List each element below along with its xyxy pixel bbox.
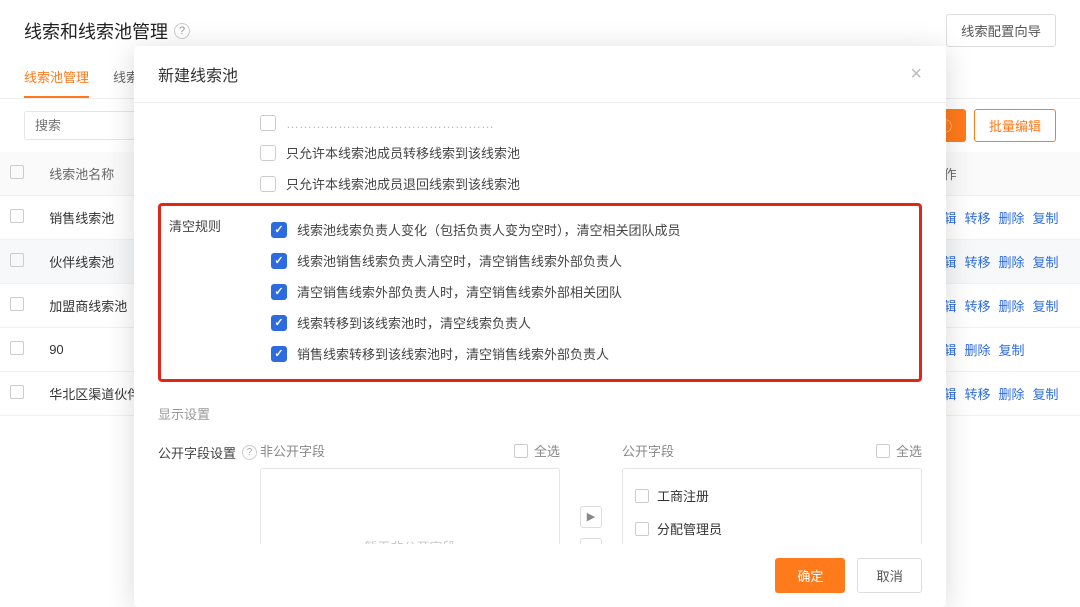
rule-checkbox[interactable]	[260, 115, 276, 131]
close-icon[interactable]: ×	[910, 64, 922, 84]
clear-rule-checkbox[interactable]	[271, 253, 287, 269]
field-checkbox[interactable]	[635, 489, 649, 503]
move-left-button[interactable]: ◀	[580, 538, 602, 545]
display-section-header: 显示设置	[158, 394, 922, 437]
clear-rule-checkbox[interactable]	[271, 346, 287, 362]
rule-label: 只允许本线索池成员转移线索到该线索池	[286, 143, 520, 162]
cancel-button[interactable]: 取消	[857, 558, 922, 593]
field-setting-label: 公开字段设置	[158, 443, 236, 462]
public-select-all[interactable]	[876, 444, 890, 458]
modal-title: 新建线索池	[158, 62, 238, 86]
clear-rules-callout: 清空规则 线索池线索负责人变化（包括负责人变为空时），清空相关团队成员线索池销售…	[158, 203, 922, 382]
rule-checkbox[interactable]	[260, 145, 276, 161]
clear-rule-checkbox[interactable]	[271, 315, 287, 331]
private-select-all[interactable]	[514, 444, 528, 458]
public-fields-panel: 公开字段 全选 工商注册分配管理员手机归属市转换时间	[622, 441, 922, 544]
public-all-label: 全选	[896, 441, 922, 460]
rule-checkbox[interactable]	[260, 176, 276, 192]
move-right-button[interactable]: ▶	[580, 506, 602, 528]
clear-rules-label: 清空规则	[169, 214, 271, 235]
public-title: 公开字段	[622, 441, 674, 460]
ok-button[interactable]: 确定	[775, 558, 845, 593]
clear-rule-label: 线索转移到该线索池时，清空线索负责人	[297, 313, 531, 332]
clear-rule-checkbox[interactable]	[271, 284, 287, 300]
clear-rule-checkbox[interactable]	[271, 222, 287, 238]
help-icon[interactable]: ?	[242, 445, 257, 460]
rule-label: 只允许本线索池成员退回线索到该线索池	[286, 174, 520, 193]
clear-rule-label: 清空销售线索外部负责人时，清空销售线索外部相关团队	[297, 282, 622, 301]
new-pool-modal: 新建线索池 × ………………………………………… 只允许本线索池成员转移线索到该线…	[134, 46, 946, 607]
rule-label: …………………………………………	[286, 116, 494, 131]
private-all-label: 全选	[534, 441, 560, 460]
clear-rule-label: 销售线索转移到该线索池时，清空销售线索外部负责人	[297, 344, 609, 363]
field-label: 工商注册	[657, 486, 709, 505]
private-fields-panel: 非公开字段 全选 暂无非公开字段	[260, 441, 560, 544]
private-empty-placeholder: 暂无非公开字段	[273, 479, 547, 544]
clear-rule-label: 线索池销售线索负责人清空时，清空销售线索外部负责人	[297, 251, 622, 270]
field-label: 分配管理员	[657, 519, 722, 538]
private-title: 非公开字段	[260, 441, 325, 460]
clear-rule-label: 线索池线索负责人变化（包括负责人变为空时），清空相关团队成员	[297, 220, 681, 239]
field-checkbox[interactable]	[635, 522, 649, 536]
